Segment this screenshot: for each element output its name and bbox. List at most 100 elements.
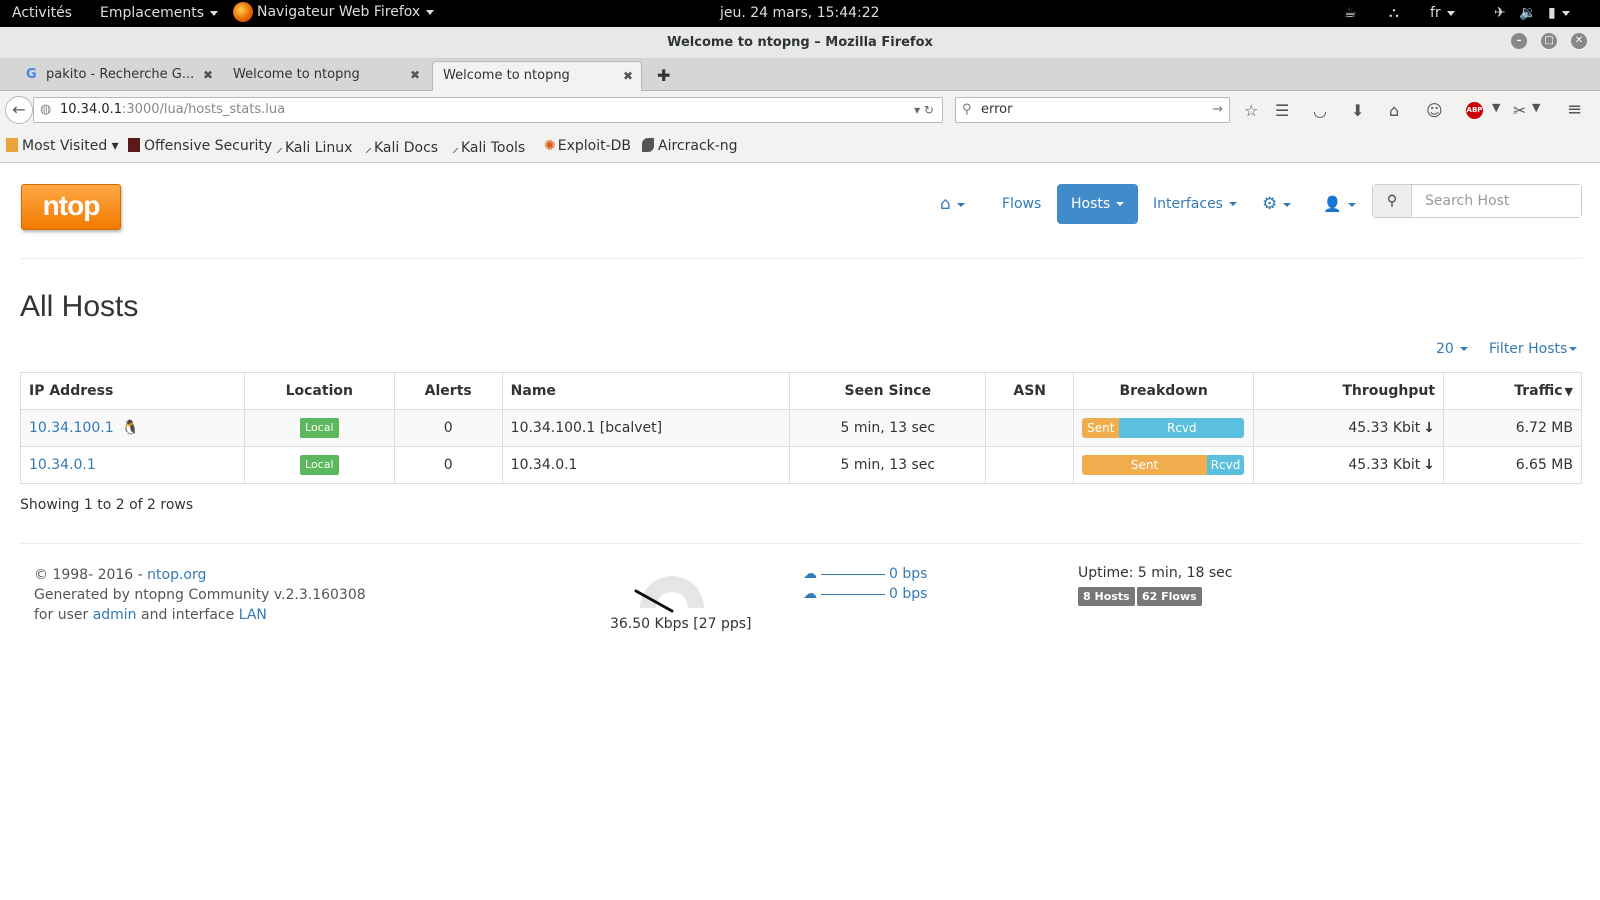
sort-desc-icon: ▼ <box>1564 385 1573 398</box>
col-ip-address[interactable]: IP Address <box>20 372 245 410</box>
tab-bar: Gpakito - Recherche G... ✖ Welcome to nto… <box>0 59 1600 91</box>
tab-close-icon[interactable]: ✖ <box>623 62 633 90</box>
filter-hosts-label: Filter Hosts <box>1489 341 1568 357</box>
breakdown-bar: Sent Rcvd <box>1082 418 1245 438</box>
firefox-icon <box>233 2 253 22</box>
col-name[interactable]: Name <box>501 372 791 410</box>
gauge-value: 36.50 Kbps [27 pps] <box>610 616 752 632</box>
col-location[interactable]: Location <box>243 372 395 410</box>
tab-label: Welcome to ntopng <box>443 68 570 83</box>
traffic-value: 6.72 MB <box>1443 409 1582 447</box>
copyright-text: © 1998- 2016 - <box>34 567 148 583</box>
nav-hosts[interactable]: Hosts <box>1057 184 1139 224</box>
user-interface-line: for user admin and interface LAN <box>34 605 366 625</box>
nav-flows[interactable]: Flows <box>1002 184 1041 224</box>
chevron-down-icon <box>1459 347 1468 351</box>
hosts-table: IP Address Location Alerts Name Seen Sin… <box>20 372 1582 484</box>
new-tab-icon[interactable]: ✚ <box>657 66 670 85</box>
bookmark-kali-linux[interactable]: ⸝ Kali Linux <box>276 138 352 157</box>
host-ip-link[interactable]: 10.34.100.1 <box>29 420 114 436</box>
col-asn[interactable]: ASN <box>985 372 1075 410</box>
extension-icon[interactable]: ✂ <box>1513 101 1526 120</box>
seen-since: 5 min, 13 sec <box>789 409 987 447</box>
back-button[interactable]: ← <box>5 96 33 124</box>
clock[interactable]: jeu. 24 mars, 15:44:22 <box>720 5 880 21</box>
col-seen-since[interactable]: Seen Since <box>789 372 987 410</box>
adblock-icon[interactable]: ABP <box>1466 102 1483 119</box>
coffee-icon[interactable]: ☕ <box>1344 5 1357 21</box>
chevron-down-icon <box>426 9 435 15</box>
minimize-icon[interactable]: – <box>1511 33 1527 49</box>
col-traffic[interactable]: Traffic ▼ <box>1443 372 1582 410</box>
network-icon[interactable]: ⛬ <box>1389 5 1399 21</box>
ntop-org-link[interactable]: ntop.org <box>147 567 206 583</box>
app-menu[interactable]: Navigateur Web Firefox <box>233 2 435 22</box>
ntop-logo[interactable]: ntop <box>21 184 121 230</box>
places-menu[interactable]: Emplacements <box>100 5 219 21</box>
user-icon: 👤 <box>1323 195 1342 213</box>
footer-info: © 1998- 2016 - ntop.org Generated by nto… <box>34 565 366 625</box>
home-menu[interactable]: ⌂ <box>940 184 965 224</box>
asn <box>985 446 1075 484</box>
upload-rate[interactable]: ☁ 0 bps <box>803 566 927 582</box>
chevron-down-icon[interactable]: ▼ <box>1532 101 1540 114</box>
tab-close-icon[interactable]: ✖ <box>203 61 213 89</box>
battery-icon[interactable]: ▮ <box>1548 5 1570 21</box>
search-bar[interactable]: ⚲ error → <box>955 97 1230 123</box>
tab-ntopng-1[interactable]: Welcome to ntopng ✖ <box>223 61 428 91</box>
url-bar[interactable]: ◍ 10.34.0.1:3000/lua/hosts_stats.lua ▾ ↻ <box>33 97 943 123</box>
bookmark-offensive-security[interactable]: Offensive Security <box>128 138 272 154</box>
chevron-down-icon[interactable]: ▼ <box>1492 101 1500 114</box>
kali-dragon-icon: ⸝ <box>276 140 283 156</box>
hamburger-menu-icon[interactable]: ≡ <box>1567 99 1582 120</box>
breakdown-sent: Sent <box>1082 455 1207 475</box>
maximize-icon[interactable]: □ <box>1541 33 1557 49</box>
search-host-input[interactable] <box>1413 185 1581 217</box>
activities-button[interactable]: Activités <box>12 5 72 21</box>
home-icon: ⌂ <box>940 194 951 214</box>
nav-interfaces[interactable]: Interfaces <box>1153 184 1237 224</box>
close-icon[interactable]: ✕ <box>1571 33 1587 49</box>
bookmark-aircrack[interactable]: Aircrack-ng <box>642 138 738 154</box>
user-link[interactable]: admin <box>93 607 137 623</box>
chevron-down-icon <box>1228 202 1237 206</box>
settings-menu[interactable]: ⚙ <box>1262 184 1292 224</box>
chat-icon[interactable]: ☺ <box>1426 101 1443 120</box>
download-icon[interactable]: ⬇ <box>1351 101 1364 120</box>
filter-hosts-dropdown[interactable]: Filter Hosts <box>1489 341 1578 357</box>
download-rate[interactable]: ☁ 0 bps <box>803 586 927 602</box>
volume-icon[interactable]: 🔉 <box>1519 5 1536 21</box>
airplane-icon[interactable]: ✈ <box>1494 5 1506 21</box>
col-breakdown[interactable]: Breakdown <box>1073 372 1255 410</box>
go-arrow-icon[interactable]: → <box>1212 98 1223 122</box>
asn <box>985 409 1075 447</box>
chevron-down-icon <box>1283 203 1292 207</box>
keyboard-layout[interactable]: fr <box>1430 5 1455 21</box>
col-throughput[interactable]: Throughput <box>1253 372 1445 410</box>
tab-ntopng-active[interactable]: Welcome to ntopng ✖ <box>432 61 642 91</box>
page-size-dropdown[interactable]: 20 <box>1436 341 1468 357</box>
offsec-icon <box>128 138 140 152</box>
bookmarks-list-icon[interactable]: ☰ <box>1275 101 1289 120</box>
bookmark-exploit-db[interactable]: ✺ Exploit-DB <box>544 138 631 154</box>
host-ip-link[interactable]: 10.34.0.1 <box>29 457 96 473</box>
bookmark-kali-docs[interactable]: ⸝ Kali Docs <box>365 138 438 157</box>
nav-hosts-label: Hosts <box>1071 196 1111 212</box>
interface-link[interactable]: LAN <box>239 607 267 623</box>
kali-dragon-icon: ⸝ <box>452 140 459 156</box>
user-menu[interactable]: 👤 <box>1323 184 1356 224</box>
throughput-value: 45.33 Kbit <box>1348 457 1421 473</box>
hosts-badge[interactable]: 8 Hosts <box>1078 587 1135 606</box>
flows-badge[interactable]: 62 Flows <box>1137 587 1202 606</box>
bookmark-star-icon[interactable]: ☆ <box>1244 101 1258 120</box>
reload-icon[interactable]: ▾ ↻ <box>914 98 934 122</box>
tab-close-icon[interactable]: ✖ <box>410 61 420 89</box>
bookmark-most-visited[interactable]: Most Visited ▾ <box>6 138 119 154</box>
col-alerts[interactable]: Alerts <box>393 372 503 410</box>
home-icon[interactable]: ⌂ <box>1389 101 1399 120</box>
table-row: 10.34.0.1 Local 0 10.34.0.1 5 min, 13 se… <box>20 446 1582 484</box>
and-interface-text: and interface <box>136 607 239 623</box>
tab-google[interactable]: Gpakito - Recherche G... ✖ <box>16 61 221 91</box>
bookmark-kali-tools[interactable]: ⸝ Kali Tools <box>452 138 525 157</box>
pocket-icon[interactable]: ◡ <box>1313 101 1327 120</box>
